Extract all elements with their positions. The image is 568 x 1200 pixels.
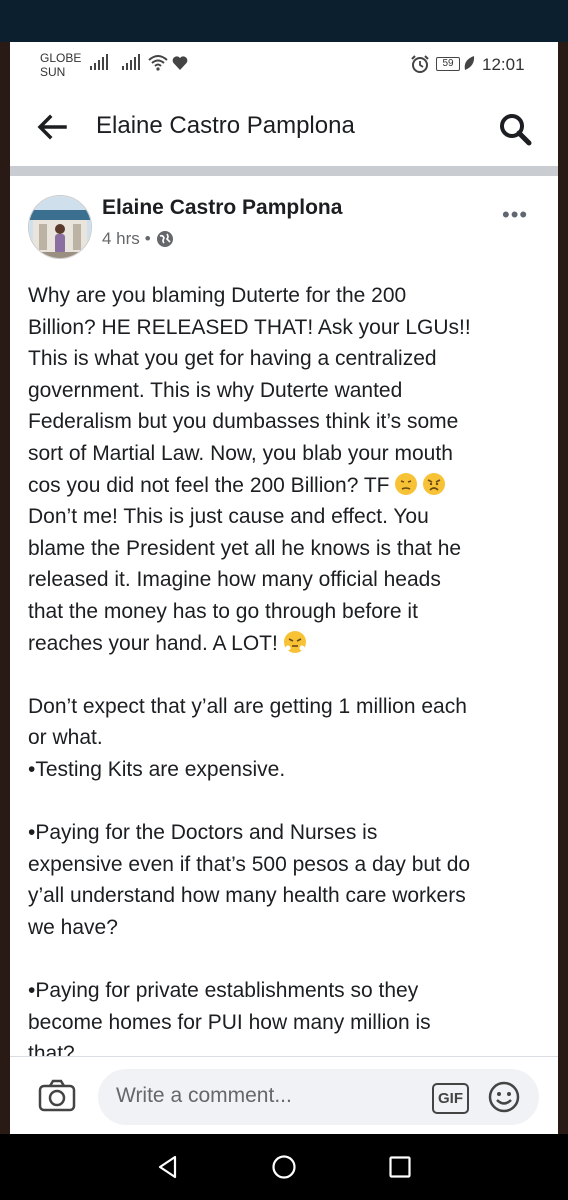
back-triangle-icon[interactable] [155,1154,181,1180]
post-line: •Paying for the Doctors and Nurses is [28,821,378,845]
post-line: blame the President yet all he knows is … [28,536,462,560]
smiley-icon[interactable] [488,1081,520,1113]
carrier-labels: GLOBE SUN [40,51,81,79]
battery-icon: 59 [436,57,460,71]
gif-button[interactable]: GIF [432,1083,469,1114]
alarm-icon [411,55,429,73]
post-line: Don’t expect that y’all are getting 1 mi… [28,694,467,718]
device-right-edge [558,42,568,1134]
comment-bar: Write a comment... GIF [10,1056,558,1134]
post-line: sort of Martial Law. Now, you blab your … [28,441,453,465]
post-body: Why are you blaming Duterte for the 200 … [28,280,542,1070]
carrier-line-1: GLOBE [40,51,82,65]
more-options-button[interactable]: ••• [502,202,528,228]
post-line: y’all understand how many health care wo… [28,884,466,908]
post-line: that the money has to go through before … [28,599,418,623]
app-header: Elaine Castro Pamplona [10,90,558,166]
camera-icon[interactable] [38,1079,76,1113]
post-line-with-emoji: reaches your hand. A LOT! [28,628,542,660]
device-left-edge [0,42,10,1134]
post-line: Billion? HE RELEASED THAT! Ask your LGUs… [28,315,471,339]
comment-placeholder: Write a comment... [116,1084,292,1107]
carrier-line-2: SUN [40,65,66,79]
post-line-with-emoji: cos you did not feel the 200 Billion? TF [28,470,542,502]
home-circle-icon[interactable] [271,1154,297,1180]
post-line: released it. Imagine how many official h… [28,568,441,592]
signal-icon [90,54,110,70]
post-line: become homes for PUI how many million is [28,1010,431,1034]
post-line: •Paying for private establishments so th… [28,979,419,1003]
device-top-edge [0,0,568,42]
post-line: •Testing Kits are expensive. [28,757,286,781]
header-divider [10,166,558,176]
avatar-photo-icon [29,196,91,258]
signal-2-icon [122,54,142,70]
search-icon[interactable] [498,112,532,146]
post-line: Federalism but you dumbasses think it’s … [28,410,459,434]
post-time[interactable]: 4 hrs [102,229,140,249]
post-meta: 4 hrs • [102,229,174,249]
navigation-bar [0,1134,568,1200]
post-line: expensive even if that’s 500 pesos a day… [28,852,471,876]
status-bar: GLOBE SUN 59 12:01 [10,42,558,90]
post-line: Why are you blaming Duterte for the 200 [28,284,407,307]
post-line: cos you did not feel the 200 Billion? TF [28,473,390,497]
post-line: we have? [28,915,118,939]
post-author[interactable]: Elaine Castro Pamplona [102,196,342,220]
avatar[interactable] [28,195,92,259]
triumph-face-emoji-icon [283,630,306,653]
post-line: or what. [28,726,103,750]
post-line: This is what you get for having a centra… [28,347,437,371]
header-title: Elaine Castro Pamplona [96,112,355,139]
post-line: government. This is why Duterte wanted [28,378,403,402]
post-line: reaches your hand. A LOT! [28,631,278,655]
comment-input[interactable]: Write a comment... GIF [98,1069,539,1125]
globe-icon [156,231,173,247]
heart-icon [172,56,188,70]
arrow-left-icon[interactable] [35,112,69,142]
post-line: Don’t me! This is just cause and effect.… [28,505,429,529]
recents-square-icon[interactable] [387,1154,413,1180]
phone-screen: GLOBE SUN 59 12:01 Elaine Castro Pamplon… [10,42,558,1134]
angry-face-emoji-icon [423,472,446,495]
meta-separator: • [144,229,151,248]
unamused-face-emoji-icon [395,472,418,495]
leaf-icon [464,56,475,70]
clock: 12:01 [482,55,525,74]
wifi-icon [148,55,168,71]
